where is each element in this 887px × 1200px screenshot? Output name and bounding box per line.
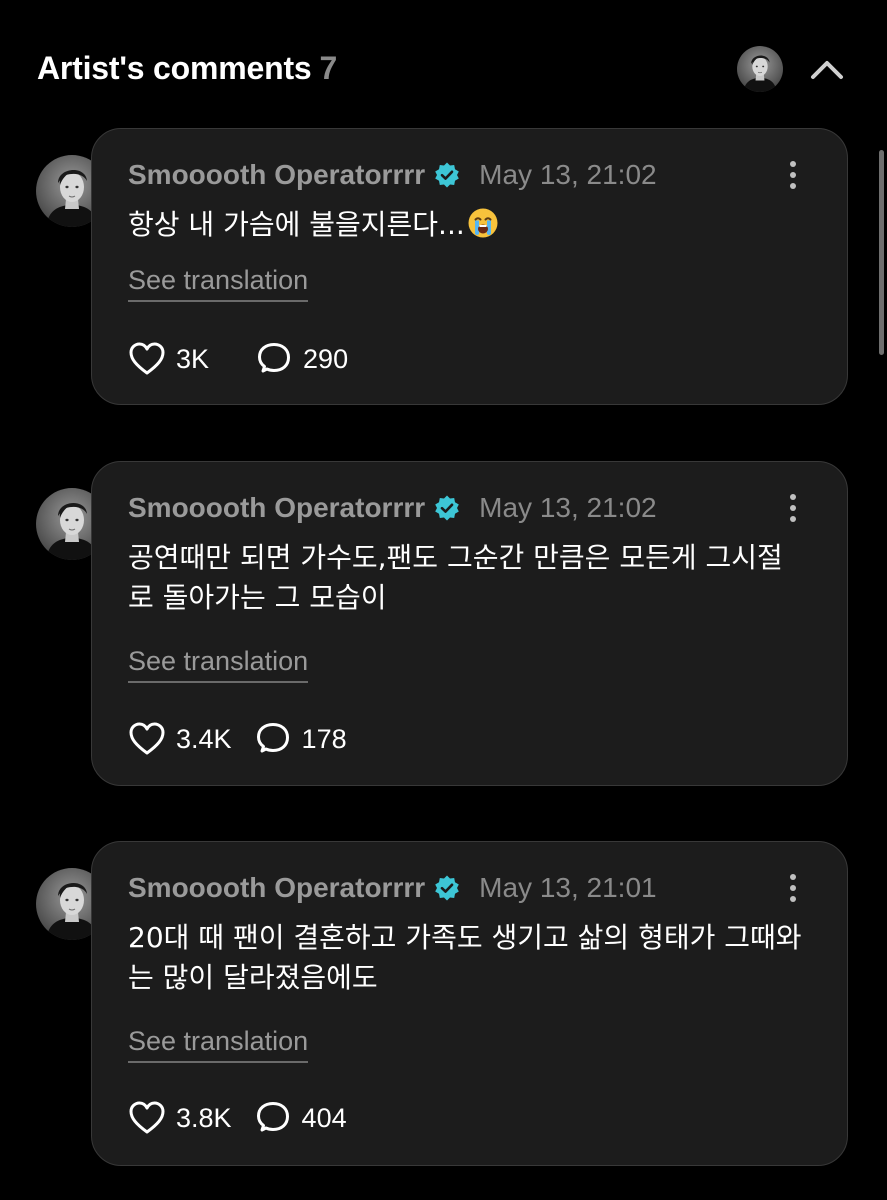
comment-author[interactable]: Smooooth Operatorrrr bbox=[128, 159, 425, 191]
comment-card: Smooooth Operatorrrr May 13, 21:01 20대 때… bbox=[91, 841, 848, 1166]
reply-button[interactable]: 290 bbox=[255, 341, 348, 377]
speech-bubble-icon bbox=[258, 343, 291, 373]
section-title-text: Artist's comments bbox=[37, 50, 312, 86]
speech-bubble-icon bbox=[256, 1102, 289, 1132]
comment-author[interactable]: Smooooth Operatorrrr bbox=[128, 872, 425, 904]
see-translation-link[interactable]: See translation bbox=[128, 1026, 309, 1063]
comments-header: Artist's comments 7 bbox=[37, 44, 857, 96]
comment-card: Smooooth Operatorrrr May 13, 21:02 항상 내 … bbox=[91, 128, 848, 405]
reply-count: 290 bbox=[303, 343, 349, 374]
comment-actions: 3K 290 bbox=[128, 339, 348, 379]
more-options-icon[interactable] bbox=[775, 157, 811, 193]
comment-card: Smooooth Operatorrrr May 13, 21:02 공연때만 … bbox=[91, 461, 848, 786]
comment-actions: 3.4K 178 bbox=[128, 719, 347, 759]
like-button[interactable]: 3.8K bbox=[128, 1100, 232, 1136]
scrollbar[interactable] bbox=[879, 150, 884, 355]
comment-text: 항상 내 가슴에 불을지른다... bbox=[128, 205, 807, 245]
like-count: 3K bbox=[176, 343, 210, 374]
more-options-icon[interactable] bbox=[775, 870, 811, 906]
comment-timestamp: May 13, 21:02 bbox=[479, 492, 657, 523]
comment-actions: 3.8K 404 bbox=[128, 1098, 347, 1138]
comment-author[interactable]: Smooooth Operatorrrr bbox=[128, 492, 425, 524]
reply-count: 404 bbox=[301, 1102, 347, 1133]
chevron-up-icon[interactable] bbox=[807, 50, 847, 90]
heart-icon bbox=[129, 1101, 165, 1134]
speech-bubble-icon bbox=[256, 723, 289, 753]
see-translation-link[interactable]: See translation bbox=[128, 646, 309, 683]
reply-count: 178 bbox=[301, 723, 347, 754]
heart-icon bbox=[129, 342, 165, 375]
comment-header: Smooooth Operatorrrr May 13, 21:02 bbox=[128, 157, 657, 193]
heart-icon bbox=[129, 722, 165, 755]
reply-button[interactable]: 178 bbox=[254, 721, 347, 757]
like-count: 3.4K bbox=[176, 723, 232, 754]
more-options-icon[interactable] bbox=[775, 490, 811, 526]
like-button[interactable]: 3K bbox=[128, 341, 209, 377]
like-button[interactable]: 3.4K bbox=[128, 721, 232, 757]
comment-header: Smooooth Operatorrrr May 13, 21:01 bbox=[128, 870, 657, 906]
like-count: 3.8K bbox=[176, 1102, 232, 1133]
verified-badge-icon bbox=[433, 874, 461, 902]
verified-badge-icon bbox=[433, 494, 461, 522]
section-title: Artist's comments 7 bbox=[37, 50, 337, 87]
comment-body: 20대 때 팬이 결혼하고 가족도 생기고 삶의 형태가 그때와는 많이 달라졌… bbox=[128, 921, 802, 994]
artist-avatar[interactable] bbox=[737, 46, 783, 92]
comment-timestamp: May 13, 21:02 bbox=[479, 159, 657, 190]
see-translation-link[interactable]: See translation bbox=[128, 265, 309, 302]
comment-header: Smooooth Operatorrrr May 13, 21:02 bbox=[128, 490, 657, 526]
comment-body: 항상 내 가슴에 불을지른다... bbox=[128, 208, 465, 241]
comment-timestamp: May 13, 21:01 bbox=[479, 872, 657, 903]
comment-count: 7 bbox=[319, 50, 338, 86]
loudly-crying-face-icon bbox=[467, 207, 499, 239]
verified-badge-icon bbox=[433, 161, 461, 189]
comment-body: 공연때만 되면 가수도,팬도 그순간 만큼은 모든게 그시절로 돌아가는 그 모… bbox=[128, 541, 783, 614]
reply-button[interactable]: 404 bbox=[254, 1100, 347, 1136]
